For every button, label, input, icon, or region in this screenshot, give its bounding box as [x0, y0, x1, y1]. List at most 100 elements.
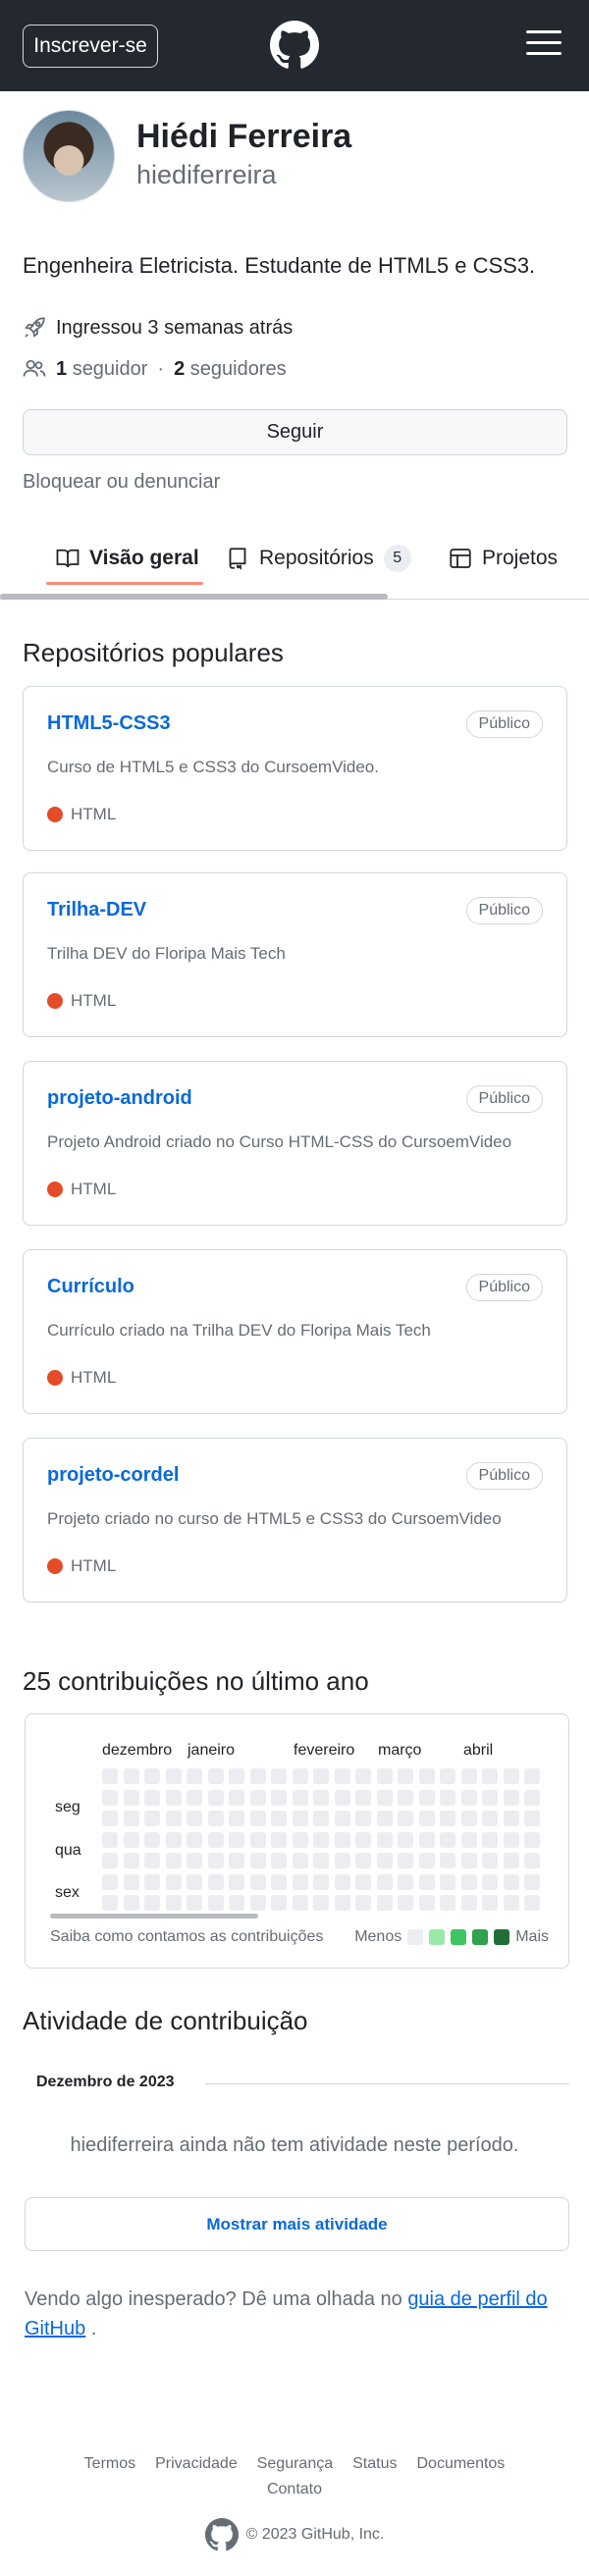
contribution-day-cell[interactable] — [482, 1853, 498, 1868]
github-mark-icon[interactable] — [204, 2518, 239, 2551]
tab-overview[interactable]: Visão geral — [56, 539, 199, 578]
contribution-day-cell[interactable] — [144, 1811, 160, 1826]
contribution-day-cell[interactable] — [102, 1873, 118, 1890]
contribution-day-cell[interactable] — [229, 1895, 244, 1911]
contribution-day-cell[interactable] — [524, 1831, 540, 1848]
contribution-day-cell[interactable] — [249, 1789, 266, 1806]
contribution-day-cell[interactable] — [355, 1831, 371, 1848]
following-link[interactable]: 2 seguidores — [174, 358, 287, 381]
footer-link-privacy[interactable]: Privacidade — [155, 2455, 238, 2472]
contribution-day-cell[interactable] — [503, 1873, 519, 1890]
contribution-day-cell[interactable] — [271, 1853, 287, 1868]
contribution-day-cell[interactable] — [460, 1873, 477, 1890]
contribution-day-cell[interactable] — [376, 1853, 393, 1868]
contribution-day-cell[interactable] — [165, 1831, 182, 1848]
contribution-day-cell[interactable] — [313, 1768, 329, 1784]
contribution-day-cell[interactable] — [418, 1831, 435, 1848]
contribution-day-cell[interactable] — [144, 1789, 160, 1806]
contribution-help-link[interactable]: Saiba como contamos as contribuições — [50, 1928, 323, 1946]
contribution-day-cell[interactable] — [207, 1831, 224, 1848]
contribution-day-cell[interactable] — [187, 1853, 202, 1868]
contribution-day-cell[interactable] — [334, 1895, 350, 1911]
contribution-day-cell[interactable] — [144, 1831, 160, 1848]
contribution-day-cell[interactable] — [313, 1789, 329, 1806]
contribution-day-cell[interactable] — [482, 1811, 498, 1826]
tab-repositories[interactable]: Repositórios 5 — [226, 539, 411, 578]
contribution-day-cell[interactable] — [460, 1811, 477, 1826]
contribution-day-cell[interactable] — [292, 1853, 308, 1868]
contribution-day-cell[interactable] — [334, 1811, 350, 1826]
contribution-day-cell[interactable] — [292, 1789, 308, 1806]
contribution-day-cell[interactable] — [524, 1768, 540, 1784]
contribution-day-cell[interactable] — [271, 1895, 287, 1911]
contribution-day-cell[interactable] — [249, 1831, 266, 1848]
contribution-day-cell[interactable] — [102, 1768, 118, 1784]
contribution-day-cell[interactable] — [207, 1853, 224, 1868]
footer-link-docs[interactable]: Documentos — [416, 2455, 505, 2472]
contribution-day-cell[interactable] — [334, 1873, 350, 1890]
contribution-day-cell[interactable] — [398, 1831, 413, 1848]
followers-link[interactable]: 1 seguidor — [56, 358, 147, 381]
contribution-day-cell[interactable] — [524, 1895, 540, 1911]
contribution-day-cell[interactable] — [229, 1853, 244, 1868]
contribution-day-cell[interactable] — [102, 1789, 118, 1806]
contribution-day-cell[interactable] — [440, 1873, 455, 1890]
contribution-day-cell[interactable] — [418, 1873, 435, 1890]
contribution-day-cell[interactable] — [229, 1768, 244, 1784]
contribution-day-cell[interactable] — [376, 1768, 393, 1784]
contribution-day-cell[interactable] — [334, 1831, 350, 1848]
contribution-day-cell[interactable] — [398, 1789, 413, 1806]
contribution-day-cell[interactable] — [144, 1768, 160, 1784]
contribution-day-cell[interactable] — [376, 1831, 393, 1848]
tabs-scrollbar[interactable] — [0, 594, 388, 600]
repo-name-link[interactable]: Trilha-DEV — [47, 899, 146, 921]
contribution-day-cell[interactable] — [292, 1811, 308, 1826]
contribution-day-cell[interactable] — [398, 1873, 413, 1890]
contribution-day-cell[interactable] — [355, 1853, 371, 1868]
contribution-day-cell[interactable] — [249, 1873, 266, 1890]
contribution-day-cell[interactable] — [292, 1768, 308, 1784]
contribution-day-cell[interactable] — [165, 1768, 182, 1784]
contribution-day-cell[interactable] — [398, 1853, 413, 1868]
contribution-day-cell[interactable] — [313, 1831, 329, 1848]
contribution-day-cell[interactable] — [376, 1789, 393, 1806]
follow-button[interactable]: Seguir — [23, 409, 567, 455]
contribution-day-cell[interactable] — [187, 1768, 202, 1784]
contribution-day-cell[interactable] — [123, 1895, 139, 1911]
contribution-day-cell[interactable] — [187, 1895, 202, 1911]
github-mark-icon[interactable] — [270, 21, 319, 70]
contribution-day-cell[interactable] — [503, 1831, 519, 1848]
contribution-day-cell[interactable] — [376, 1895, 393, 1911]
contribution-day-cell[interactable] — [334, 1789, 350, 1806]
contribution-day-cell[interactable] — [313, 1895, 329, 1911]
contribution-day-cell[interactable] — [418, 1768, 435, 1784]
hamburger-menu-icon[interactable] — [526, 30, 562, 60]
contribution-day-cell[interactable] — [460, 1895, 477, 1911]
contribution-day-cell[interactable] — [207, 1873, 224, 1890]
repo-name-link[interactable]: projeto-cordel — [47, 1464, 179, 1487]
contribution-day-cell[interactable] — [229, 1811, 244, 1826]
repo-name-link[interactable]: Currículo — [47, 1276, 134, 1298]
contribution-day-cell[interactable] — [207, 1768, 224, 1784]
contribution-day-cell[interactable] — [123, 1853, 139, 1868]
contribution-day-cell[interactable] — [482, 1789, 498, 1806]
calendar-scrollbar[interactable] — [50, 1914, 258, 1919]
contribution-day-cell[interactable] — [313, 1853, 329, 1868]
contribution-day-cell[interactable] — [460, 1853, 477, 1868]
contribution-day-cell[interactable] — [313, 1811, 329, 1826]
contribution-day-cell[interactable] — [271, 1768, 287, 1784]
footer-link-terms[interactable]: Termos — [84, 2455, 135, 2472]
contribution-day-cell[interactable] — [102, 1853, 118, 1868]
contribution-day-cell[interactable] — [292, 1831, 308, 1848]
contribution-day-cell[interactable] — [271, 1831, 287, 1848]
contribution-day-cell[interactable] — [144, 1853, 160, 1868]
contribution-day-cell[interactable] — [440, 1895, 455, 1911]
contribution-day-cell[interactable] — [249, 1768, 266, 1784]
contribution-day-cell[interactable] — [524, 1873, 540, 1890]
contribution-day-cell[interactable] — [271, 1873, 287, 1890]
contribution-day-cell[interactable] — [460, 1831, 477, 1848]
contribution-day-cell[interactable] — [187, 1789, 202, 1806]
contribution-day-cell[interactable] — [207, 1895, 224, 1911]
contribution-day-cell[interactable] — [418, 1811, 435, 1826]
contribution-day-cell[interactable] — [503, 1768, 519, 1784]
